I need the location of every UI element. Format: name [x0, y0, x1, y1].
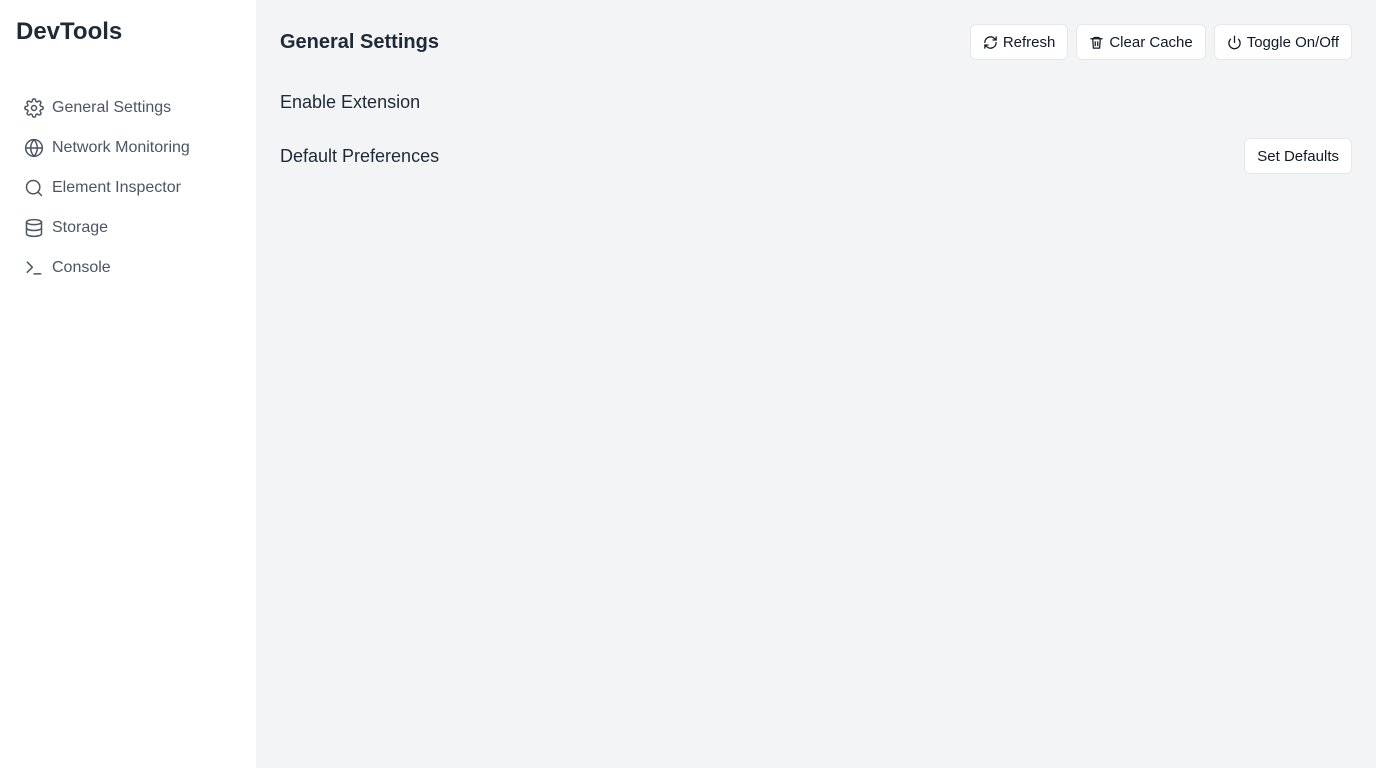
sidebar-item-network-monitoring[interactable]: Network Monitoring — [16, 128, 240, 168]
toggle-button[interactable]: Toggle On/Off — [1213, 24, 1352, 60]
search-icon — [24, 178, 44, 198]
default-preferences-section: Default Preferences Set Defaults — [280, 138, 1352, 174]
sidebar-item-general-settings[interactable]: General Settings — [16, 88, 240, 128]
set-defaults-button[interactable]: Set Defaults — [1244, 138, 1352, 174]
page-header: General Settings Refresh Clear Cache Tog… — [280, 24, 1352, 60]
enable-extension-title: Enable Extension — [280, 91, 421, 112]
database-icon — [24, 218, 44, 238]
terminal-icon — [24, 258, 44, 278]
sidebar-item-storage[interactable]: Storage — [16, 208, 240, 248]
app-title: DevTools — [16, 18, 123, 45]
clear-cache-button[interactable]: Clear Cache — [1076, 24, 1206, 60]
sidebar-item-label: Network Monitoring — [52, 139, 190, 156]
sidebar-nav: General Settings Network Monitoring Elem… — [16, 88, 240, 288]
sidebar-item-element-inspector[interactable]: Element Inspector — [16, 168, 240, 208]
power-icon — [1227, 35, 1242, 50]
sidebar-item-console[interactable]: Console — [16, 248, 240, 288]
default-preferences-title: Default Preferences — [280, 145, 440, 166]
main-content: General Settings Refresh Clear Cache Tog… — [256, 0, 1376, 768]
sidebar-item-label: Element Inspector — [52, 179, 181, 196]
gear-icon — [24, 98, 44, 118]
refresh-label: Refresh — [1002, 33, 1056, 51]
sidebar-item-label: General Settings — [52, 99, 172, 116]
toggle-label: Toggle On/Off — [1246, 33, 1339, 51]
page-title: General Settings — [280, 30, 439, 53]
sidebar-item-label: Storage — [52, 219, 109, 236]
trash-icon — [1089, 35, 1104, 50]
refresh-button[interactable]: Refresh — [969, 24, 1069, 60]
sidebar: DevTools General Settings Network Monito… — [0, 0, 256, 768]
sidebar-item-label: Console — [52, 259, 111, 276]
app-root: DevTools General Settings Network Monito… — [0, 0, 1376, 768]
globe-icon — [24, 138, 44, 158]
toolbar: Refresh Clear Cache Toggle On/Off — [969, 24, 1352, 60]
clear-cache-label: Clear Cache — [1109, 33, 1193, 51]
enable-extension-section: Enable Extension — [280, 86, 1352, 118]
refresh-icon — [983, 35, 998, 50]
